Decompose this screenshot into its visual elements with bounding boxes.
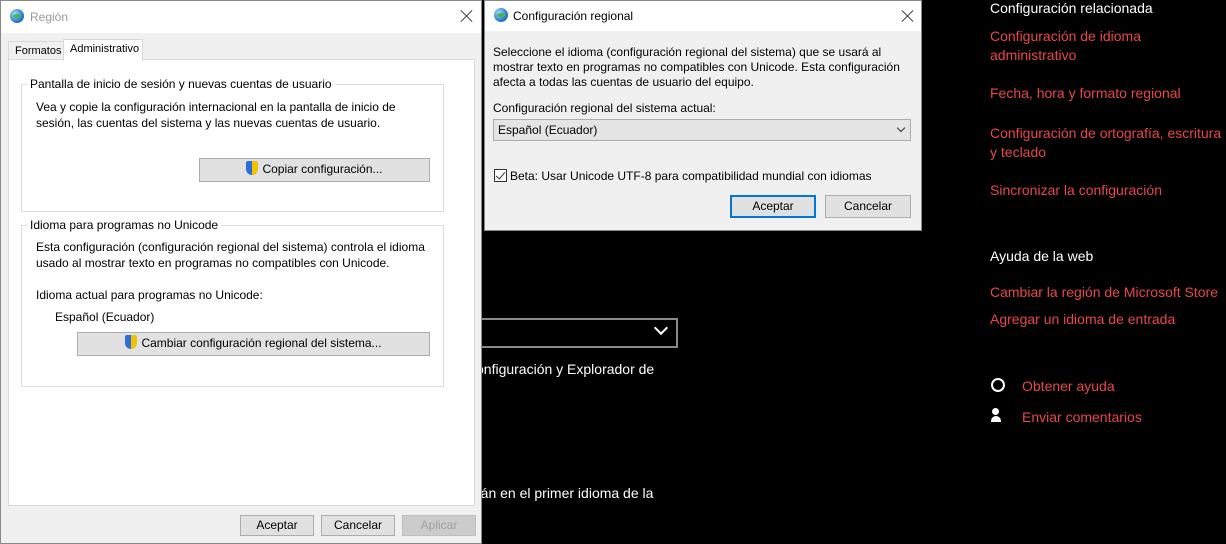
utf8-beta-checkbox[interactable] <box>494 169 507 182</box>
chevron-down-icon <box>896 123 906 133</box>
locale-cancel-button[interactable]: Cancelar <box>825 195 911 218</box>
region-cancel-button[interactable]: Cancelar <box>321 515 395 536</box>
locale-ok-button[interactable]: Aceptar <box>730 195 816 218</box>
globe-icon <box>10 9 24 23</box>
web-help-heading: Ayuda de la web <box>990 248 1094 264</box>
store-region-link[interactable]: Cambiar la región de Microsoft Store <box>990 283 1218 302</box>
region-ok-button[interactable]: Aceptar <box>240 515 314 536</box>
related-settings-heading: Configuración relacionada <box>990 0 1153 16</box>
welcome-group-title: Pantalla de inicio de sesión y nuevas cu… <box>27 77 335 91</box>
change-system-locale-label: Cambiar configuración regional del siste… <box>141 336 382 350</box>
current-language-label: Idioma actual para programas no Unicode: <box>36 288 263 302</box>
tab-formatos[interactable]: Formatos <box>8 41 64 60</box>
spelling-typing-link[interactable]: Configuración de ortografía, escritura y… <box>990 124 1221 162</box>
sync-settings-link[interactable]: Sincronizar la configuración <box>990 181 1162 200</box>
non-unicode-group-title: Idioma para programas no Unicode <box>27 218 222 232</box>
add-input-language-link[interactable]: Agregar un idioma de entrada <box>990 310 1175 329</box>
locale-titlebar: Configuración regional <box>485 1 921 31</box>
selected-locale-value: Español (Ecuador) <box>498 123 598 137</box>
uac-shield-icon <box>246 161 259 175</box>
region-dialog: Región Formatos Administrativo Pantalla … <box>0 0 482 544</box>
get-help-link[interactable]: Obtener ayuda <box>1022 377 1115 396</box>
help-icon <box>991 378 1005 392</box>
locale-description-line2: mostrar texto en programas no compatible… <box>493 60 900 74</box>
current-language-value: Español (Ecuador) <box>55 310 155 324</box>
chevron-down-icon <box>653 320 669 336</box>
language-admin-link-line2: administrativo <box>990 47 1077 63</box>
background-text-2: rán en el primer idioma de la <box>476 485 654 501</box>
tab-administrativo[interactable]: Administrativo <box>63 39 143 61</box>
system-locale-dialog: Configuración regional Seleccione el idi… <box>484 0 922 231</box>
region-apply-button[interactable]: Aplicar <box>402 515 476 536</box>
non-unicode-description-line2: usado al mostrar texto en programas no c… <box>36 256 390 270</box>
spelling-typing-link-line2: y teclado <box>990 144 1047 160</box>
copy-settings-button[interactable]: Copiar configuración... <box>199 158 430 182</box>
copy-settings-label: Copiar configuración... <box>262 162 383 176</box>
close-icon[interactable] <box>900 8 916 24</box>
spelling-typing-link-line1: Configuración de ortografía, escritura <box>990 125 1222 141</box>
locale-description-line3: afecta a todas las cuentas de usuario de… <box>493 75 754 89</box>
region-title: Región <box>30 10 69 24</box>
globe-icon <box>494 8 508 22</box>
region-titlebar: Región <box>1 1 481 33</box>
language-admin-link[interactable]: Configuración de idioma administrativo <box>990 27 1141 65</box>
date-time-format-link[interactable]: Fecha, hora y formato regional <box>990 84 1181 103</box>
send-feedback-link[interactable]: Enviar comentarios <box>1022 408 1142 427</box>
welcome-description-line2: sesión, las cuentas del sistema y las nu… <box>36 116 381 130</box>
change-system-locale-button[interactable]: Cambiar configuración regional del siste… <box>77 332 430 356</box>
background-text-1: onfiguración y Explorador de <box>476 361 655 377</box>
language-admin-link-line1: Configuración de idioma <box>990 28 1141 44</box>
system-locale-select[interactable]: Español (Ecuador) <box>493 119 911 141</box>
feedback-icon <box>991 408 1005 424</box>
non-unicode-description-line1: Esta configuración (configuración region… <box>36 240 425 254</box>
locale-dialog-title: Configuración regional <box>513 9 634 23</box>
uac-shield-icon <box>125 335 138 349</box>
close-icon[interactable] <box>459 8 475 24</box>
administrativo-panel: Pantalla de inicio de sesión y nuevas cu… <box>8 59 475 506</box>
background-dropdown[interactable] <box>470 318 678 348</box>
locale-description-line1: Seleccione el idioma (configuración regi… <box>493 45 882 59</box>
current-locale-label: Configuración regional del sistema actua… <box>493 101 716 115</box>
welcome-description-line1: Vea y copie la configuración internacion… <box>36 100 396 114</box>
utf8-beta-label: Beta: Usar Unicode UTF-8 para compatibil… <box>510 169 872 183</box>
